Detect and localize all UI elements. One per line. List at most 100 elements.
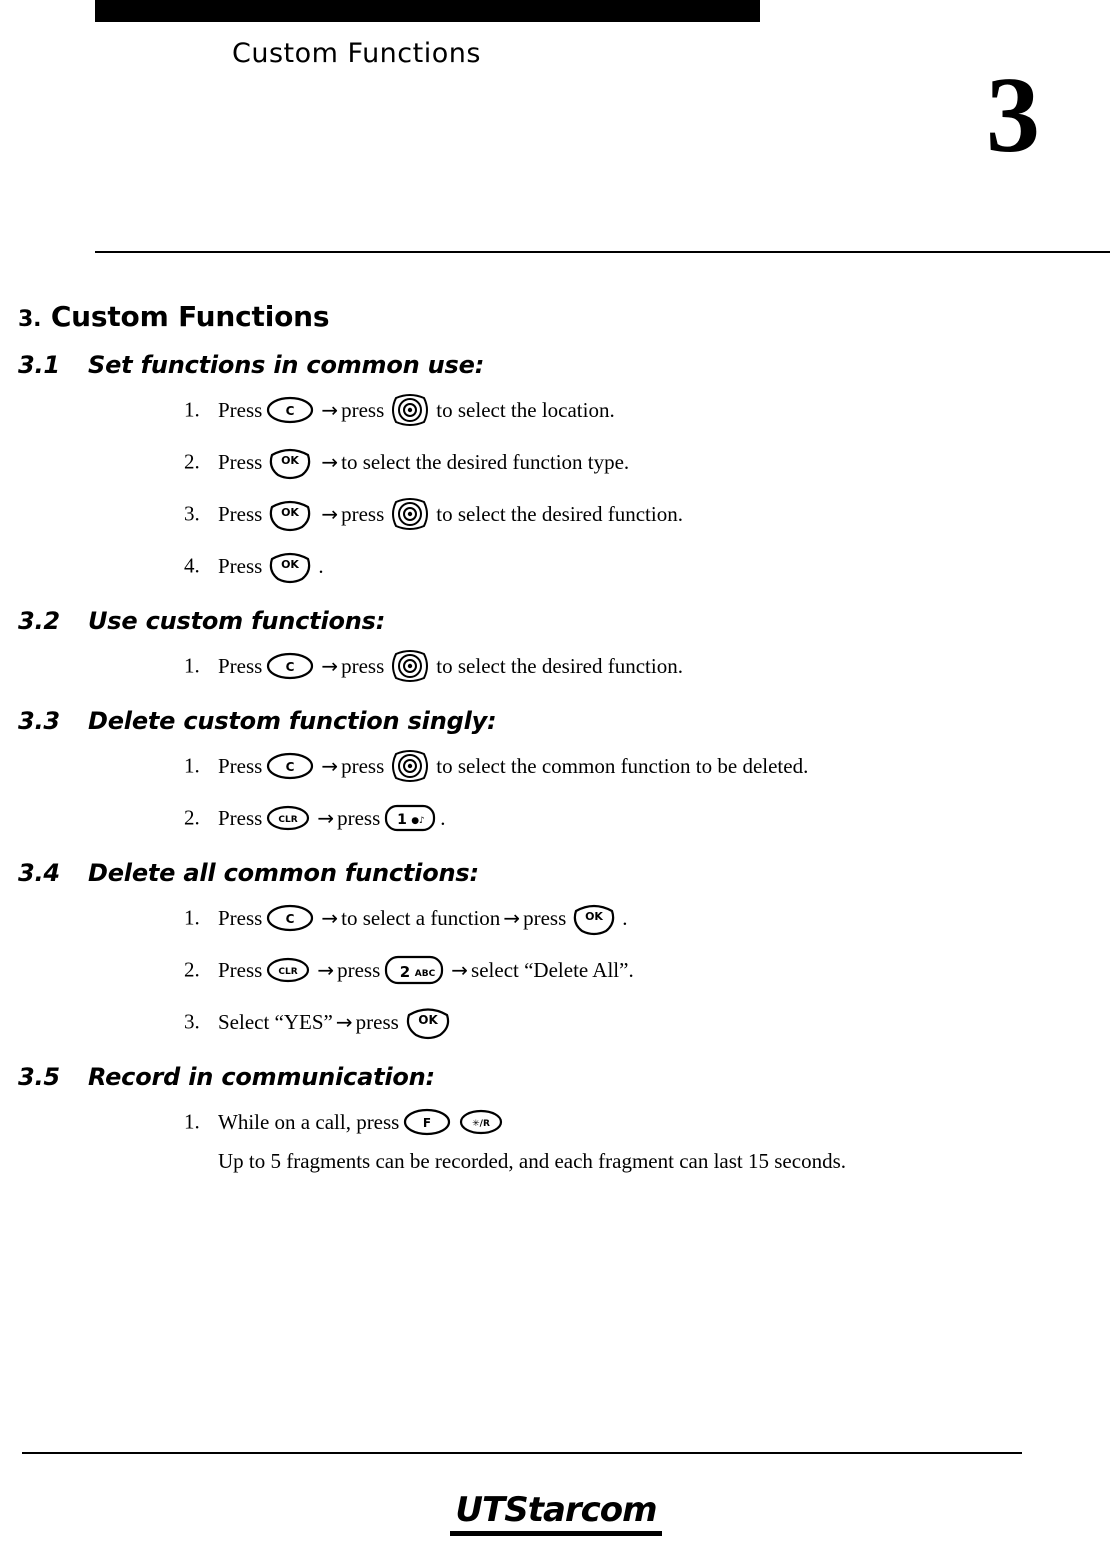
step-list-3-2: 1. Press C → press to select the desired… xyxy=(18,643,1094,689)
list-item: 2. Press CLR → press 1 ●♪ . xyxy=(184,795,1094,841)
step-text: Press xyxy=(218,905,263,930)
page-title-text: Custom Functions xyxy=(50,300,330,333)
list-marker: 3. xyxy=(184,501,200,526)
arrow-glyph: → xyxy=(321,398,339,422)
list-item: 2. Press OK → to select the desired func… xyxy=(184,439,1094,485)
step-text: press xyxy=(355,1009,399,1034)
svg-text:✳/R: ✳/R xyxy=(472,1119,490,1129)
logo-underline xyxy=(450,1531,662,1536)
step-text: . xyxy=(318,553,324,578)
key-ok-icon: OK xyxy=(266,443,314,481)
document-content: 3. Custom Functions 3.1 Set functions in… xyxy=(18,300,1094,1184)
list-marker: 1. xyxy=(184,753,200,778)
arrow-glyph: → xyxy=(321,502,339,526)
arrow-glyph: → xyxy=(335,1010,353,1034)
svg-text:1: 1 xyxy=(397,812,407,828)
arrow-glyph: → xyxy=(451,958,469,982)
step-text: Press xyxy=(218,553,263,578)
list-item: 1. Press C → press to select the locatio… xyxy=(184,387,1094,433)
step-text: Press xyxy=(218,653,263,678)
list-marker: 1. xyxy=(184,397,200,422)
list-marker: 2. xyxy=(184,449,200,474)
key-c-icon: C xyxy=(266,395,314,425)
section-title-3-3: Delete custom function singly: xyxy=(88,707,497,735)
key-c-icon: C xyxy=(266,751,314,781)
arrow-glyph: → xyxy=(321,654,339,678)
list-item: 3. Select “YES” → press OK xyxy=(184,999,1094,1045)
header-black-bar xyxy=(95,0,760,22)
svg-text:OK: OK xyxy=(281,506,299,519)
list-marker: 3. xyxy=(184,1009,200,1034)
key-ok-icon: OK xyxy=(266,495,314,533)
key-f-icon: F xyxy=(403,1107,451,1137)
arrow-glyph: → xyxy=(317,806,335,830)
step-text: press xyxy=(341,501,385,526)
section-number-3-2: 3.2 xyxy=(18,607,60,635)
step-text: press xyxy=(337,957,381,982)
section-heading-3-2: 3.2 Use custom functions: xyxy=(18,607,1094,635)
svg-text:●♪: ●♪ xyxy=(411,816,425,826)
step-list-3-1: 1. Press C → press to select the locatio… xyxy=(18,387,1094,589)
list-item: 3. Press OK → press to select the desire… xyxy=(184,491,1094,537)
key-clr-icon: CLR xyxy=(266,803,310,833)
section-heading-3-3: 3.3 Delete custom function singly: xyxy=(18,707,1094,735)
step-text: Press xyxy=(218,501,263,526)
svg-text:OK: OK xyxy=(585,910,603,923)
list-item: 1. Press C → press to select the common … xyxy=(184,743,1094,789)
svg-text:F: F xyxy=(423,1116,431,1130)
section-number-3-3: 3.3 xyxy=(18,707,60,735)
section-number-3-4: 3.4 xyxy=(18,859,60,887)
arrow-glyph: → xyxy=(317,958,335,982)
svg-text:OK: OK xyxy=(281,454,299,467)
key-ok-icon: OK xyxy=(570,899,618,937)
navigation-pad-icon xyxy=(388,646,432,686)
step-text: press xyxy=(337,805,381,830)
step-list-3-3: 1. Press C → press to select the common … xyxy=(18,743,1094,841)
key-ok-icon: OK xyxy=(266,547,314,585)
svg-text:OK: OK xyxy=(418,1013,438,1027)
key-c-icon: C xyxy=(266,651,314,681)
key-clr-icon: CLR xyxy=(266,955,310,985)
navigation-pad-icon xyxy=(388,494,432,534)
arrow-glyph: → xyxy=(321,450,339,474)
step-text: Press xyxy=(218,957,263,982)
section-title-3-4: Delete all common functions: xyxy=(88,859,479,887)
step-text: Press xyxy=(218,449,263,474)
chapter-number: 3 xyxy=(986,56,1040,175)
step-text: Select “YES” xyxy=(218,1009,333,1034)
step-text: . xyxy=(440,805,446,830)
section-heading-3-4: 3.4 Delete all common functions: xyxy=(18,859,1094,887)
arrow-glyph: → xyxy=(321,754,339,778)
list-marker: 1. xyxy=(184,1109,200,1134)
step-text: to select the desired function. xyxy=(436,653,683,678)
step-text: to select the location. xyxy=(436,397,615,422)
step-text: to select the desired function. xyxy=(436,501,683,526)
page-title: 3. Custom Functions xyxy=(18,300,1094,333)
step-text: to select a function xyxy=(341,905,501,930)
section-title-3-5: Record in communication: xyxy=(88,1063,435,1091)
step-text: press xyxy=(341,397,385,422)
list-item: 2. Press CLR → press 2 ABC → select “Dele… xyxy=(184,947,1094,993)
page-title-number: 3. xyxy=(18,307,42,332)
step-text: press xyxy=(341,653,385,678)
section-title-3-2: Use custom functions: xyxy=(88,607,386,635)
step-text: Press xyxy=(218,753,263,778)
footer-divider-rule xyxy=(22,1452,1022,1454)
header-divider-rule xyxy=(95,251,1110,253)
list-marker: 2. xyxy=(184,957,200,982)
step-text: select “Delete All”. xyxy=(471,957,634,982)
svg-text:CLR: CLR xyxy=(279,967,298,977)
key-1-icon: 1 ●♪ xyxy=(384,803,436,833)
svg-text:OK: OK xyxy=(281,558,299,571)
step-text: to select the desired function type. xyxy=(341,449,630,474)
section-number-3-5: 3.5 xyxy=(18,1063,60,1091)
section-heading-3-5: 3.5 Record in communication: xyxy=(18,1063,1094,1091)
step-text: While on a call, press xyxy=(218,1109,400,1134)
key-ok-icon: OK xyxy=(403,1002,453,1042)
svg-text:CLR: CLR xyxy=(279,815,298,825)
step-text: press xyxy=(341,753,385,778)
running-header-title: Custom Functions xyxy=(232,38,481,69)
section-heading-3-1: 3.1 Set functions in common use: xyxy=(18,351,1094,379)
list-item: 1. Press C → to select a function → pres… xyxy=(184,895,1094,941)
navigation-pad-icon xyxy=(388,746,432,786)
